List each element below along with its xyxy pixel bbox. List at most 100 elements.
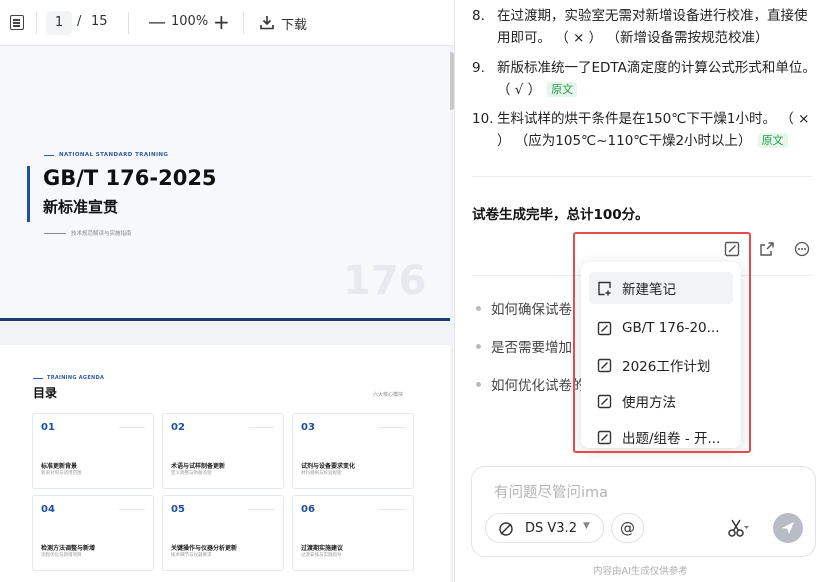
card-title: 关键操作与仪器分析更新 <box>171 545 238 552</box>
item-text: 新版标准统一了EDTA滴定度的计算公式形式和单位。 （ √ ） <box>497 60 816 98</box>
menu-item-label: 出题/组卷 - 开... <box>622 431 721 447</box>
menu-item-note[interactable]: 使用方法 <box>589 385 733 417</box>
item-number: 10. <box>472 111 494 127</box>
zoom-out-button[interactable]: — <box>148 11 166 35</box>
page-bottom-rule <box>0 318 450 321</box>
card-subtitle: 技术细节与仪器要求 <box>171 553 212 558</box>
agenda-card: 01 标准更新背景 新旧对照与适用范围 <box>32 413 154 489</box>
agenda-card: 05 关键操作与仪器分析更新 技术细节与仪器要求 <box>162 495 284 571</box>
caption-rule <box>44 233 66 234</box>
page-number-input[interactable]: 1 <box>46 11 72 35</box>
download-button[interactable]: 下载 <box>281 14 307 33</box>
suggestion-item[interactable]: 如何优化试卷的 <box>476 374 586 394</box>
cover-title: GB/T 176-2025 <box>43 166 217 190</box>
cover-subtitle: 新标准宣贯 <box>43 198 119 216</box>
toolbar-divider <box>243 12 244 34</box>
chevron-down-icon: ▼ <box>583 521 590 531</box>
send-icon <box>782 522 794 534</box>
edit-note-icon <box>597 430 612 444</box>
card-subtitle: 流程优化与新增项目 <box>41 553 82 558</box>
agenda-title: 目录 <box>33 386 58 400</box>
bullet-icon <box>476 382 481 387</box>
more-icon[interactable] <box>794 241 810 257</box>
card-number: 06 <box>301 504 315 515</box>
pdf-toolbar: 1 / 15 — 100% + 下载 <box>0 0 454 46</box>
toolbar-divider <box>36 12 37 34</box>
card-rule <box>119 427 145 428</box>
menu-item-note[interactable]: 2026工作计划 <box>589 349 733 381</box>
cover-watermark: 176 <box>343 258 427 304</box>
card-rule <box>379 427 405 428</box>
item-number: 8. <box>472 8 485 24</box>
bullet-icon <box>476 344 481 349</box>
menu-item-note[interactable]: GB/T 176-20... <box>589 312 733 344</box>
agenda-card: 02 术语与试样制备更新 定义调整与制备流程 <box>162 413 284 489</box>
card-title: 过渡期实施建议 <box>301 545 344 552</box>
sidebar-toggle-icon[interactable] <box>10 15 24 30</box>
suggestion-item[interactable]: 如何确保试卷 <box>476 298 572 318</box>
card-rule <box>249 509 275 510</box>
page-total: 15 <box>91 14 108 29</box>
item-body: 新版标准统一了EDTA滴定度的计算公式形式和单位。 （ √ ）原文 <box>497 57 817 101</box>
agenda-eyebrow: TRAINING AGENDA <box>47 375 105 381</box>
model-selector[interactable]: DS V3.2 ▼ <box>485 513 604 543</box>
chat-input[interactable]: 有问题尽管问ima <box>494 481 608 502</box>
card-title: 试剂与设备要求变化 <box>301 463 356 470</box>
eyebrow-rule <box>33 378 43 379</box>
download-icon[interactable] <box>260 15 274 30</box>
card-rule <box>379 509 405 510</box>
card-number: 02 <box>171 422 185 433</box>
source-badge[interactable]: 原文 <box>547 82 578 97</box>
card-title: 检测方法调整与新增 <box>41 545 96 552</box>
send-button[interactable] <box>773 513 803 543</box>
menu-item-label: 2026工作计划 <box>622 359 711 375</box>
suggestion-text: 如何优化试卷的 <box>491 378 586 394</box>
scissors-icon[interactable] <box>727 517 749 539</box>
edit-note-icon <box>597 394 612 408</box>
edit-note-icon <box>597 321 612 335</box>
share-icon[interactable] <box>759 241 775 257</box>
suggestion-text: 如何确保试卷 <box>491 302 572 318</box>
toolbar-divider <box>128 12 129 34</box>
note-menu: 新建笔记 GB/T 176-20... 2026工作计划 使用方法 出题/组卷 … <box>581 262 741 448</box>
item-number: 9. <box>472 60 485 76</box>
agenda-card: 03 试剂与设备要求变化 材料规格与校准规程 <box>292 413 414 489</box>
card-subtitle: 新旧对照与适用范围 <box>41 471 82 476</box>
zoom-in-button[interactable]: + <box>213 9 230 35</box>
zoom-level: 100% <box>171 14 209 29</box>
menu-item-label: 使用方法 <box>622 395 676 411</box>
card-number: 05 <box>171 504 185 515</box>
mention-button[interactable]: @ <box>611 513 644 543</box>
card-subtitle: 定义调整与制备流程 <box>171 471 212 476</box>
new-note-icon <box>598 281 611 295</box>
edit-note-icon <box>597 358 612 372</box>
agenda-card: 06 过渡期实施建议 过渡安排与实践指导 <box>292 495 414 571</box>
suggestion-item[interactable]: 是否需要增加 <box>476 336 572 356</box>
card-number: 03 <box>301 422 315 433</box>
chat-input-box[interactable] <box>471 466 816 557</box>
source-badge[interactable]: 原文 <box>757 133 788 148</box>
menu-item-new-note[interactable]: 新建笔记 <box>589 272 733 304</box>
menu-item-note[interactable]: 出题/组卷 - 开... <box>589 421 733 448</box>
agenda-note: 六大核心模块 <box>373 392 404 398</box>
card-number: 04 <box>41 504 55 515</box>
card-rule <box>249 427 275 428</box>
cover-caption: 技术规范解读与实施指南 <box>71 231 132 237</box>
card-number: 01 <box>41 422 55 433</box>
save-note-icon[interactable] <box>724 241 740 257</box>
eyebrow-rule <box>44 155 54 156</box>
title-accent-bar <box>27 166 30 222</box>
card-subtitle: 过渡安排与实践指导 <box>301 553 342 558</box>
menu-item-label: GB/T 176-20... <box>622 320 720 336</box>
page-separator: / <box>77 14 82 29</box>
card-rule <box>119 509 145 510</box>
deep-think-icon <box>499 522 513 536</box>
suggestion-text: 是否需要增加 <box>491 340 572 356</box>
card-title: 标准更新背景 <box>41 463 78 470</box>
answer-summary: 试卷生成完毕，总计100分。 <box>472 207 649 223</box>
bullet-icon <box>476 306 481 311</box>
agenda-card: 04 检测方法调整与新增 流程优化与新增项目 <box>32 495 154 571</box>
model-label: DS V3.2 <box>525 521 577 536</box>
card-title: 术语与试样制备更新 <box>171 463 226 470</box>
pdf-viewer: 1 / 15 — 100% + 下载 NATIONAL STANDARD TRA… <box>0 0 455 582</box>
